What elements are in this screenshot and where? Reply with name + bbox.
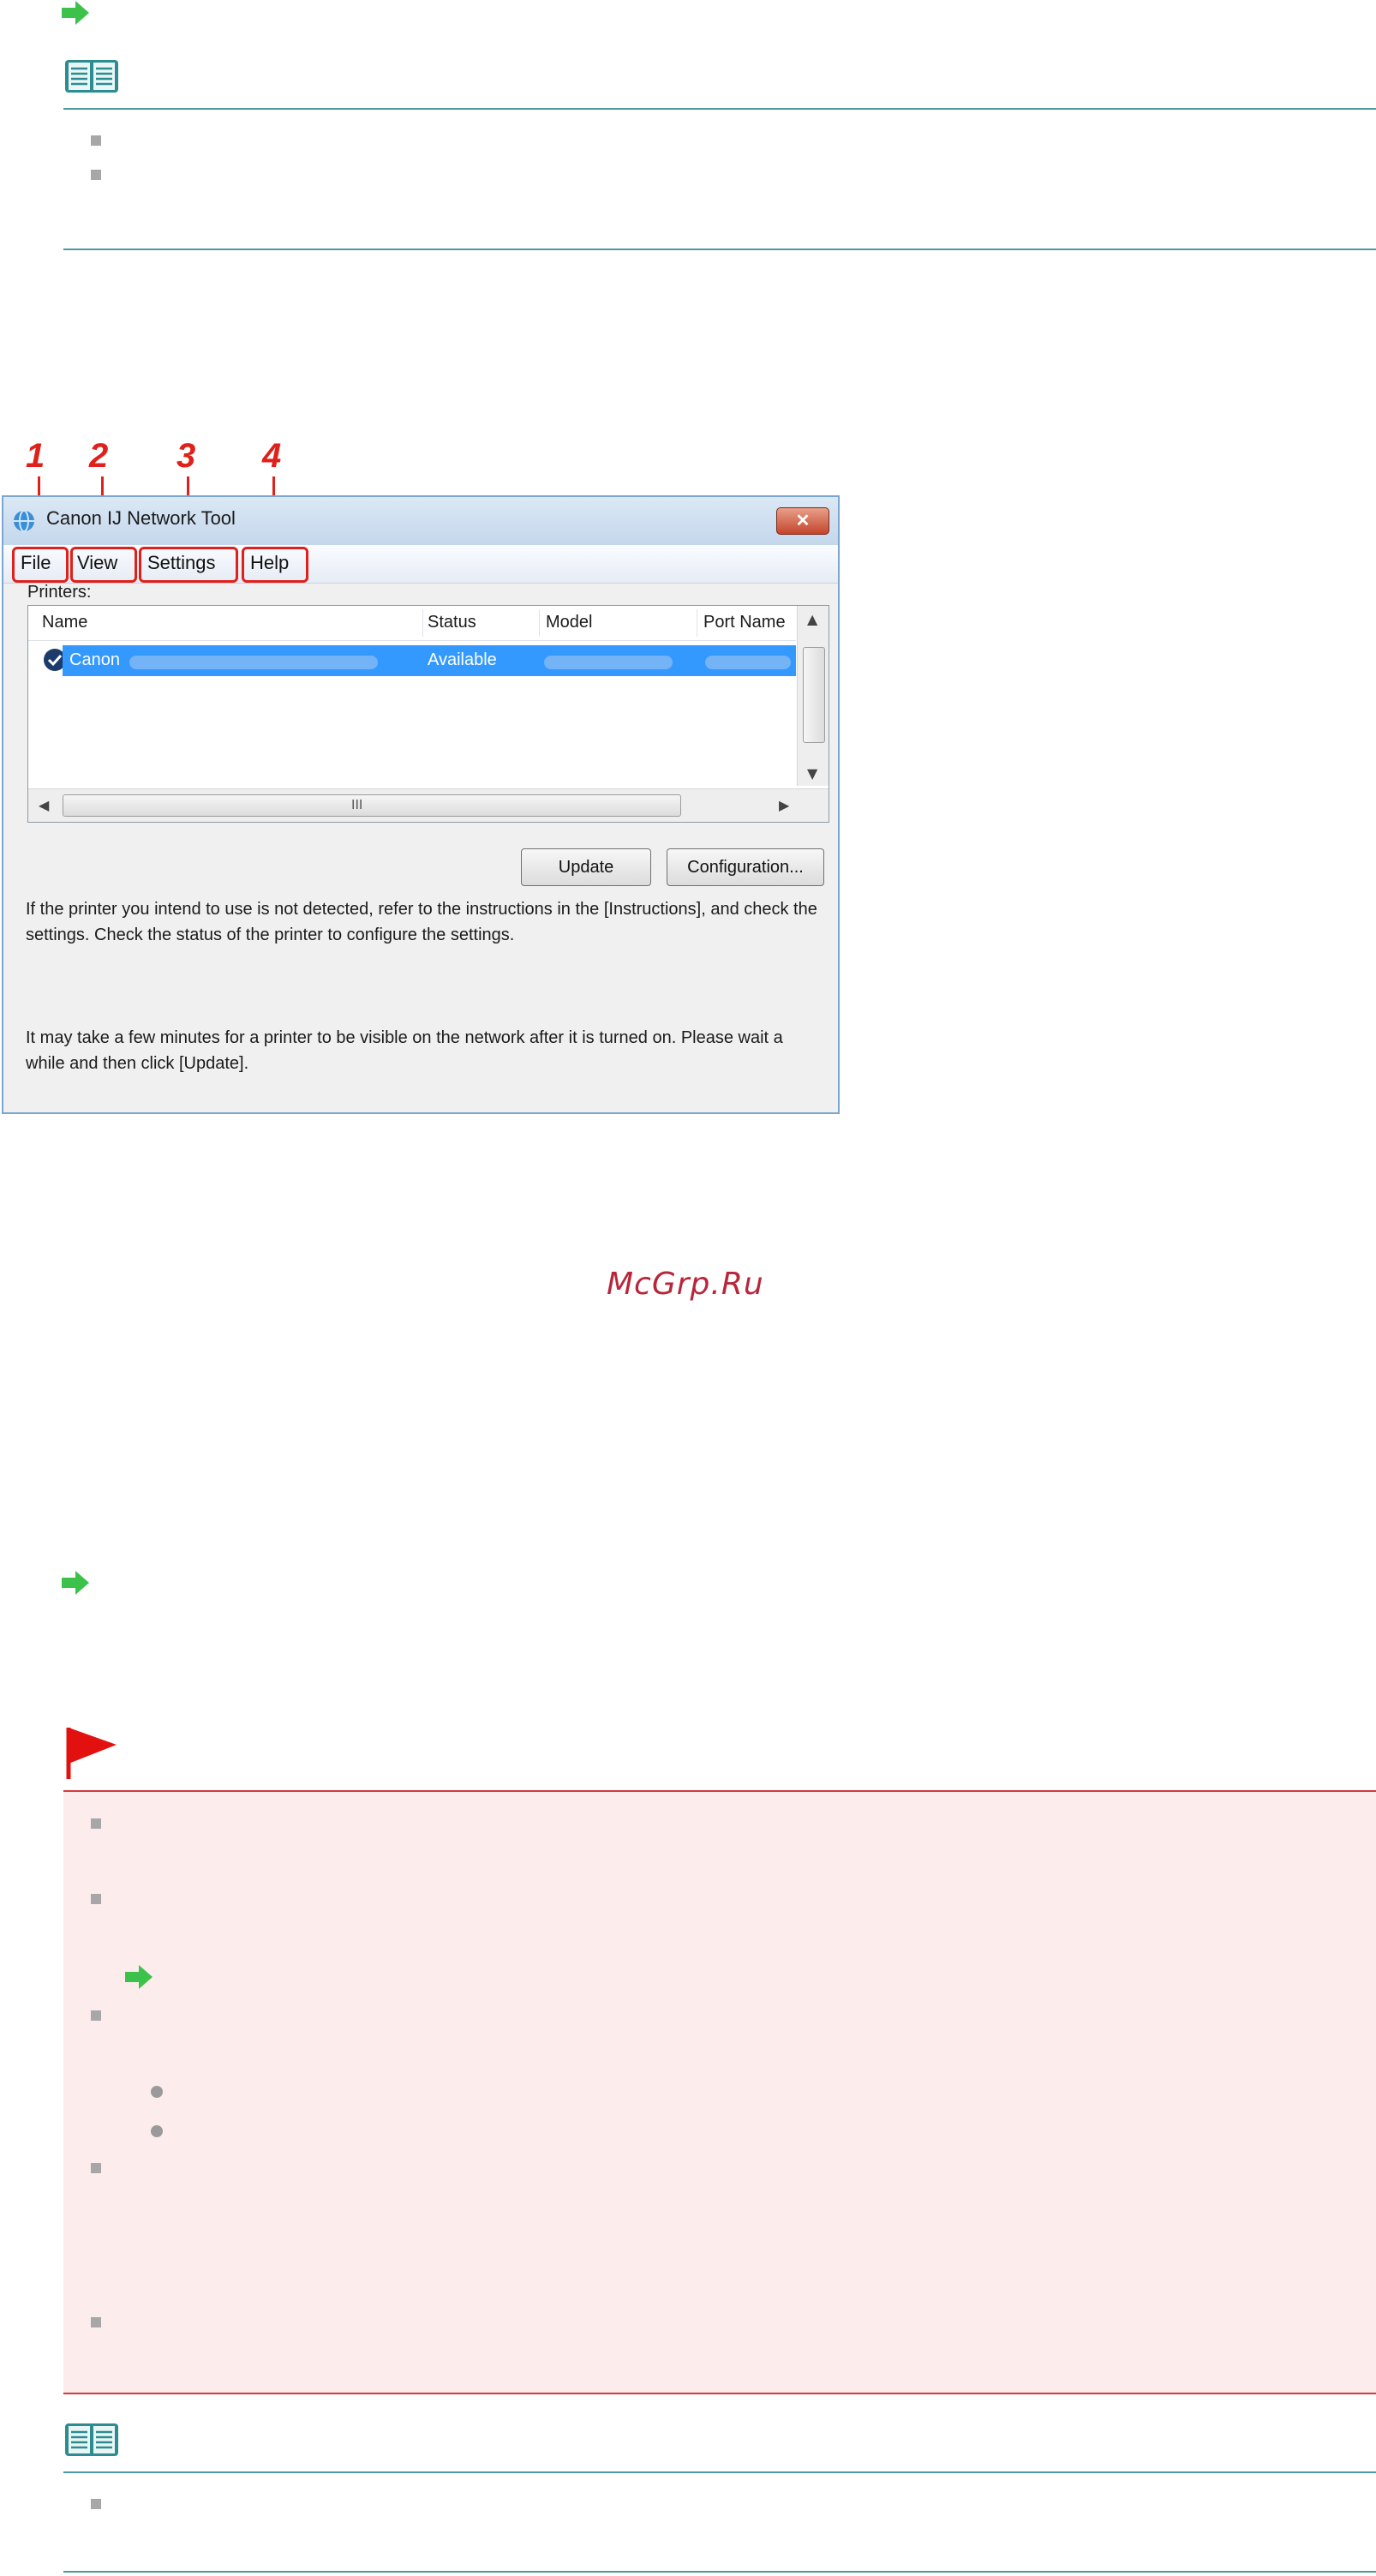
caution-panel (63, 1791, 1376, 2393)
window-title: Canon IJ Network Tool (46, 507, 236, 529)
vertical-scrollbar[interactable]: ▲ ▼ (797, 606, 829, 786)
bullet (91, 1818, 101, 1829)
bullet (91, 1894, 101, 1904)
redacted-port (705, 656, 791, 669)
horizontal-scrollbar[interactable]: ◀ III ▶ (28, 788, 829, 822)
info-text-wait: It may take a few minutes for a printer … (26, 1028, 783, 1073)
scroll-right-icon[interactable]: ▶ (779, 797, 789, 813)
bullet (91, 2317, 101, 2327)
horizontal-scroll-thumb[interactable]: III (63, 794, 681, 817)
note-bottom-rule (63, 249, 1376, 250)
menu-help-highlight (242, 547, 308, 583)
caution-bottom-rule (63, 2393, 1376, 2394)
menu-settings-highlight (139, 547, 238, 583)
printer-name-cell: Canon (69, 650, 120, 669)
callout-4: 4 (262, 437, 282, 475)
redacted-model (544, 656, 673, 669)
column-status[interactable]: Status (428, 613, 476, 632)
menu-bar: File View Settings Help (3, 545, 838, 584)
bullet (91, 2163, 101, 2173)
printer-status-cell: Available (428, 650, 497, 669)
network-tool-window: Canon IJ Network Tool ✕ File View Settin… (2, 495, 840, 1114)
column-separator (539, 609, 540, 637)
bullet (91, 2010, 101, 2021)
list-header: Name Status Model Port Name (28, 606, 796, 641)
redacted-name (129, 656, 378, 669)
printer-list[interactable]: Name Status Model Port Name Canon Availa… (27, 605, 829, 823)
configuration-button[interactable]: Configuration... (667, 848, 824, 886)
update-button[interactable]: Update (521, 848, 651, 886)
link-arrow-icon[interactable] (60, 0, 91, 26)
caution-top-rule (63, 1790, 1376, 1792)
scroll-up-icon[interactable]: ▲ (807, 611, 817, 627)
note-book-icon (65, 60, 118, 93)
note-bottom-rule (63, 2571, 1376, 2573)
menu-file-highlight (12, 547, 69, 583)
note-book-icon (65, 2423, 118, 2456)
column-separator (422, 609, 423, 637)
sub-bullet (151, 2086, 163, 2098)
column-name[interactable]: Name (42, 613, 87, 632)
printers-label: Printers: (27, 583, 92, 602)
link-arrow-icon[interactable] (123, 1964, 154, 1990)
red-flag-icon (66, 1728, 117, 1779)
scroll-left-icon[interactable]: ◀ (39, 797, 49, 813)
info-text-detection: If the printer you intend to use is not … (26, 900, 817, 944)
close-button[interactable]: ✕ (776, 507, 829, 535)
link-arrow-icon[interactable] (60, 1570, 91, 1596)
bullet (91, 135, 101, 146)
app-globe-icon (14, 510, 34, 532)
column-port-name[interactable]: Port Name (703, 613, 786, 632)
callout-3: 3 (176, 437, 196, 475)
scroll-down-icon[interactable]: ▼ (807, 765, 817, 782)
note-top-rule (63, 2471, 1376, 2473)
callout-2: 2 (89, 437, 109, 475)
sub-bullet (151, 2125, 163, 2137)
watermark: McGrp.Ru (607, 1267, 764, 1302)
vertical-scroll-thumb[interactable] (803, 647, 825, 743)
callout-1: 1 (26, 437, 45, 475)
bullet (91, 2499, 101, 2509)
note-top-rule (63, 108, 1376, 110)
menu-view-highlight (70, 547, 137, 583)
column-model[interactable]: Model (546, 613, 592, 632)
scroll-grip: III (351, 798, 363, 812)
title-bar: Canon IJ Network Tool ✕ (3, 497, 838, 545)
bullet (91, 170, 101, 180)
